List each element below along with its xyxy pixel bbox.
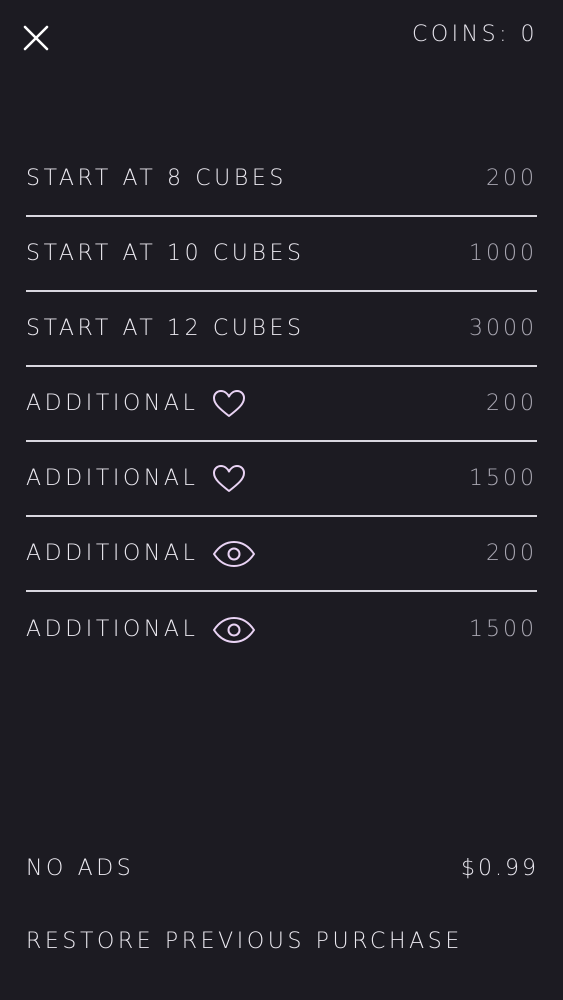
shop-item-label: START AT 12 CUBES bbox=[26, 316, 305, 341]
heart-icon bbox=[212, 389, 246, 419]
shop-item-start-8-cubes[interactable]: START AT 8 CUBES 200 bbox=[26, 142, 537, 217]
shop-item-price: 1500 bbox=[469, 466, 537, 491]
no-ads-label: NO ADS bbox=[26, 856, 135, 881]
no-ads-price: $0.99 bbox=[461, 856, 539, 881]
restore-purchase-label: RESTORE PREVIOUS PURCHASE bbox=[26, 929, 463, 954]
shop-item-additional-eye-200[interactable]: ADDITIONAL 200 bbox=[26, 517, 537, 592]
eye-icon bbox=[212, 540, 256, 568]
shop-item-price: 1000 bbox=[469, 241, 537, 266]
shop-item-label: START AT 8 CUBES bbox=[26, 166, 287, 191]
shop-item-additional-heart-1500[interactable]: ADDITIONAL 1500 bbox=[26, 442, 537, 517]
shop-item-price: 200 bbox=[486, 166, 537, 191]
shop-item-label: START AT 10 CUBES bbox=[26, 241, 305, 266]
shop-item-price: 1500 bbox=[469, 617, 537, 642]
shop-item-price: 200 bbox=[486, 391, 537, 416]
shop-item-start-12-cubes[interactable]: START AT 12 CUBES 3000 bbox=[26, 292, 537, 367]
shop-item-price: 200 bbox=[486, 541, 537, 566]
restore-purchase-button[interactable]: RESTORE PREVIOUS PURCHASE bbox=[26, 929, 539, 954]
close-icon bbox=[23, 25, 49, 51]
no-ads-button[interactable]: NO ADS $0.99 bbox=[26, 856, 539, 881]
eye-icon bbox=[212, 616, 256, 644]
shop-list: START AT 8 CUBES 200 START AT 10 CUBES 1… bbox=[26, 142, 537, 667]
coins-counter: COINS: 0 bbox=[412, 22, 538, 47]
shop-item-additional-heart-200[interactable]: ADDITIONAL 200 bbox=[26, 367, 537, 442]
close-button[interactable] bbox=[22, 24, 50, 52]
heart-icon bbox=[212, 464, 246, 494]
shop-item-label: ADDITIONAL bbox=[26, 617, 199, 642]
shop-item-label: ADDITIONAL bbox=[26, 391, 199, 416]
shop-item-additional-eye-1500[interactable]: ADDITIONAL 1500 bbox=[26, 592, 537, 667]
shop-item-price: 3000 bbox=[469, 316, 537, 341]
shop-item-label: ADDITIONAL bbox=[26, 541, 199, 566]
shop-item-label: ADDITIONAL bbox=[26, 466, 199, 491]
shop-item-start-10-cubes[interactable]: START AT 10 CUBES 1000 bbox=[26, 217, 537, 292]
